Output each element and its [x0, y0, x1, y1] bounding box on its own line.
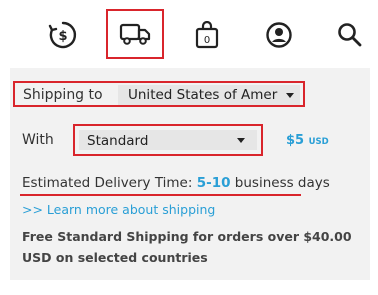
search-icon[interactable]: [333, 18, 367, 52]
chevron-down-icon: [237, 138, 245, 143]
currency-dollar-icon[interactable]: $: [46, 18, 80, 52]
country-select[interactable]: United States of America: [118, 85, 300, 105]
shipping-method-select[interactable]: Standard: [79, 130, 257, 150]
estimate-suffix: business days: [230, 175, 330, 191]
highlight-underline: [20, 194, 301, 196]
shopping-bag-icon[interactable]: 0: [190, 18, 224, 52]
learn-more-shipping-link[interactable]: >> Learn more about shipping: [22, 202, 215, 217]
svg-text:$: $: [58, 29, 67, 44]
shipping-method-value: Standard: [87, 133, 149, 149]
price-amount: $5: [286, 133, 305, 148]
estimate-prefix: Estimated Delivery Time:: [22, 175, 197, 191]
price-currency: USD: [308, 137, 329, 147]
chevron-down-icon: [286, 93, 294, 98]
country-value: United States of America: [128, 87, 278, 103]
shipping-price: $5 USD: [286, 133, 329, 148]
shipping-to-label: Shipping to: [23, 87, 103, 103]
estimated-delivery: Estimated Delivery Time: 5-10 business d…: [22, 175, 330, 191]
truck-icon[interactable]: [106, 9, 164, 59]
with-label: With: [22, 132, 54, 148]
user-icon[interactable]: [262, 18, 296, 52]
top-icon-bar: $ 0: [0, 0, 378, 66]
estimate-days: 5-10: [196, 175, 231, 191]
shipping-destination-row: Shipping to United States of America: [13, 81, 305, 107]
bag-count: 0: [204, 35, 210, 46]
shipping-method-row: Standard: [73, 124, 263, 156]
free-shipping-note: Free Standard Shipping for orders over $…: [22, 229, 352, 265]
